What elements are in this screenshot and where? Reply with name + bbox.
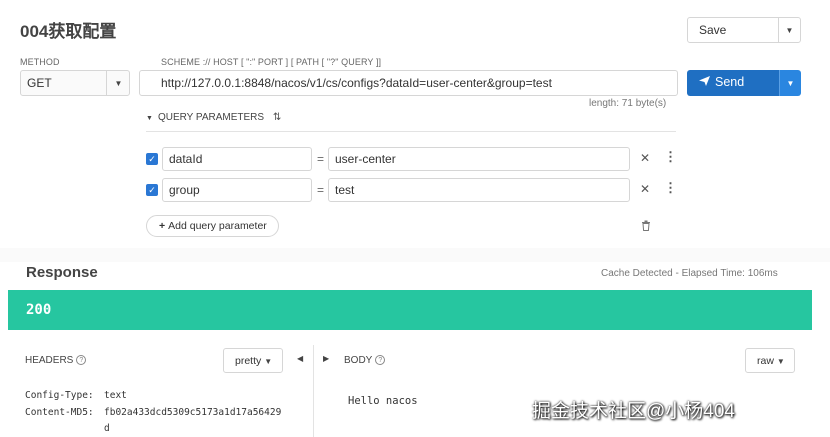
save-button[interactable]: Save	[687, 17, 779, 43]
plus-icon: +	[159, 220, 166, 232]
query-params-title: QUERY PARAMETERS	[157, 112, 265, 123]
help-icon[interactable]: ?	[375, 355, 386, 365]
add-query-parameter-button[interactable]: + Add query parameter	[146, 215, 279, 237]
response-body: Hello nacos	[348, 395, 418, 407]
method-label: METHOD	[20, 57, 60, 67]
headers-format-value: pretty	[235, 355, 262, 367]
panel-divider	[313, 345, 314, 437]
help-icon[interactable]: ?	[76, 355, 87, 365]
section-gap	[0, 248, 830, 262]
header-value: fb02a433dcd5309c5173a1d17a56429	[104, 407, 282, 418]
param-checkbox[interactable]: ✓	[146, 153, 158, 165]
status-bar	[8, 290, 812, 330]
param-value-input[interactable]: user-center	[328, 147, 630, 171]
headers-title: HEADERS	[25, 355, 74, 366]
header-value: text	[104, 390, 127, 401]
chevron-down-icon: ▼	[785, 26, 794, 35]
send-dropdown-caret[interactable]: ▼	[779, 70, 801, 96]
body-title: BODY	[344, 355, 373, 366]
cache-info: Cache Detected - Elapsed Time: 106ms	[601, 268, 778, 279]
param-key-input[interactable]: dataId	[162, 147, 312, 171]
method-caret[interactable]: ▼	[106, 70, 130, 96]
chevron-down-icon: ▼	[264, 357, 273, 366]
more-options-icon[interactable]: ⋮	[664, 180, 677, 196]
headers-section-label: HEADERS?	[25, 355, 87, 366]
collapse-left-icon[interactable]: ◀	[297, 354, 303, 363]
divider	[146, 131, 676, 132]
trash-icon[interactable]	[641, 220, 651, 234]
request-title: 004获取配置	[20, 22, 117, 41]
caret-down-icon: ▼	[146, 115, 153, 122]
headers-format-dropdown[interactable]: pretty ▼	[223, 348, 283, 373]
query-params-toggle[interactable]: ▼ QUERY PARAMETERS ⇅	[146, 112, 281, 123]
request-panel: 004获取配置 Save ▼ METHOD SCHEME :// HOST [ …	[0, 0, 830, 248]
param-key-input[interactable]: group	[162, 178, 312, 202]
more-options-icon[interactable]: ⋮	[664, 149, 677, 165]
header-name: Config-Type:	[25, 390, 94, 401]
param-value-input[interactable]: test	[328, 178, 630, 202]
send-label: Send	[715, 75, 745, 89]
remove-param-icon[interactable]: ✕	[640, 151, 650, 165]
header-value-continued: d	[104, 423, 110, 434]
body-section-label: BODY?	[344, 355, 386, 366]
param-checkbox[interactable]: ✓	[146, 184, 158, 196]
chevron-down-icon: ▼	[786, 79, 795, 88]
remove-param-icon[interactable]: ✕	[640, 182, 650, 196]
equals-sign: =	[317, 152, 325, 166]
expand-right-icon[interactable]: ▶	[323, 354, 329, 363]
response-title: Response	[26, 264, 98, 281]
body-format-value: raw	[757, 355, 774, 367]
chevron-down-icon: ▼	[114, 79, 123, 88]
equals-sign: =	[317, 183, 325, 197]
send-button[interactable]: Send	[687, 70, 779, 96]
status-code: 200	[26, 302, 52, 318]
url-length-info: length: 71 byte(s)	[589, 98, 667, 109]
url-format-label: SCHEME :// HOST [ ":" PORT ] [ PATH [ "?…	[161, 57, 382, 67]
body-format-dropdown[interactable]: raw ▼	[745, 348, 795, 373]
url-input[interactable]: http://127.0.0.1:8848/nacos/v1/cs/config…	[139, 70, 678, 96]
add-param-label: Add query parameter	[168, 220, 267, 232]
save-dropdown-caret[interactable]: ▼	[778, 17, 801, 43]
watermark: 掘金技术社区@小杨404	[532, 401, 735, 422]
header-name: Content-MD5:	[25, 407, 94, 418]
sort-icon[interactable]: ⇅	[273, 112, 281, 123]
paper-plane-icon	[699, 75, 710, 89]
chevron-down-icon: ▼	[776, 357, 785, 366]
